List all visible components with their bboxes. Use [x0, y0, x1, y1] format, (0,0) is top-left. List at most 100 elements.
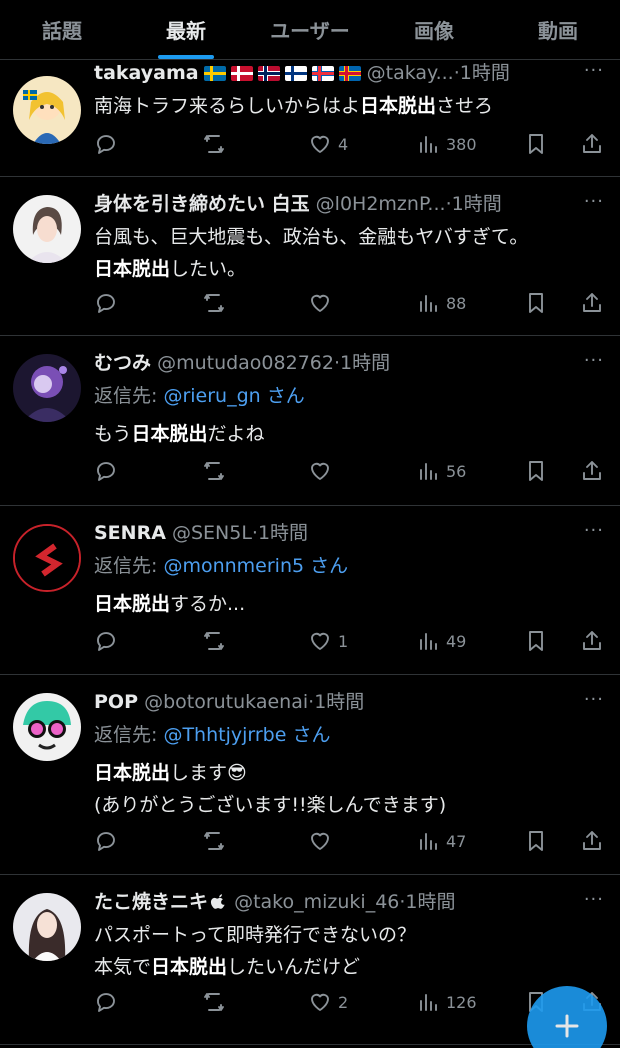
post-time[interactable]: 1時間: [314, 691, 364, 713]
retweet-button[interactable]: [202, 826, 226, 856]
bookmark-button[interactable]: [524, 129, 548, 159]
retweet-button[interactable]: [202, 626, 226, 656]
views-button[interactable]: 126: [416, 987, 477, 1017]
user-handle[interactable]: @tako_mizuki_46: [234, 891, 399, 913]
avatar[interactable]: [13, 76, 81, 144]
like-button[interactable]: 1: [308, 626, 348, 656]
display-name[interactable]: SENRA: [94, 522, 166, 544]
reply-icon: [97, 993, 115, 1012]
more-options-button[interactable]: ···: [584, 350, 604, 371]
reply-button[interactable]: [94, 129, 118, 159]
like-button[interactable]: [308, 288, 338, 318]
display-name[interactable]: POP: [94, 691, 138, 713]
user-handle[interactable]: @SEN5L: [172, 522, 252, 544]
like-button[interactable]: 2: [308, 987, 348, 1017]
share-button[interactable]: [580, 129, 604, 159]
view-count: 380: [446, 134, 477, 154]
timeline-tabs: 話題 最新 ユーザー 画像 動画: [0, 0, 620, 60]
mention-link[interactable]: @monnmerin5: [163, 555, 304, 577]
post-text: 日本脱出するか...: [94, 591, 606, 617]
like-button[interactable]: [308, 456, 338, 486]
reply-button[interactable]: [94, 826, 118, 856]
post-time[interactable]: 1時間: [340, 352, 390, 374]
share-button[interactable]: [580, 288, 604, 318]
views-button[interactable]: 56: [416, 456, 466, 486]
display-name[interactable]: むつみ: [94, 352, 151, 374]
tab-topics[interactable]: 話題: [0, 0, 124, 59]
share-icon: [583, 461, 601, 480]
mention-link[interactable]: @rieru_gn: [163, 385, 260, 407]
share-button[interactable]: [580, 626, 604, 656]
display-name[interactable]: たこ焼きニキ: [94, 891, 208, 913]
post-time[interactable]: 1時間: [460, 62, 510, 84]
tab-users[interactable]: ユーザー: [248, 0, 372, 59]
like-icon: [311, 294, 329, 312]
bookmark-button[interactable]: [524, 826, 548, 856]
text-segment: だよね: [207, 423, 265, 445]
more-options-button[interactable]: ···: [584, 191, 604, 212]
mention-link[interactable]: @Thhtjyjrrbe: [163, 724, 286, 746]
retweet-button[interactable]: [202, 129, 226, 159]
views-icon: [420, 833, 437, 850]
tab-videos[interactable]: 動画: [496, 0, 620, 59]
reply-button[interactable]: [94, 626, 118, 656]
post[interactable]: takayama @takay...·1時間 ··· 南海トラフ来るらしいからは…: [0, 60, 620, 177]
reply-icon: [97, 135, 115, 154]
tab-latest[interactable]: 最新: [124, 0, 248, 59]
more-options-button[interactable]: ···: [584, 889, 604, 910]
post-header: むつみ @mutudao082762·1時間: [94, 350, 606, 376]
views-button[interactable]: 380: [416, 129, 477, 159]
bookmark-icon: [529, 461, 543, 481]
text-segment: するか...: [170, 593, 246, 615]
reply-button[interactable]: [94, 288, 118, 318]
avatar[interactable]: [13, 524, 81, 592]
like-count: 4: [338, 134, 349, 154]
post-time[interactable]: 1時間: [258, 522, 308, 544]
post[interactable]: SENRA @SEN5L·1時間 ··· 返信先: @monnmerin5 さん…: [0, 506, 620, 675]
avatar[interactable]: [13, 195, 81, 263]
reply-button[interactable]: [94, 456, 118, 486]
retweet-icon: [204, 832, 224, 850]
bookmark-button[interactable]: [524, 456, 548, 486]
avatar[interactable]: [13, 354, 81, 422]
post[interactable]: POP @botorutukaenai·1時間 ··· 返信先: @Thhtjy…: [0, 675, 620, 875]
more-options-button[interactable]: ···: [584, 60, 604, 81]
view-count: 126: [446, 992, 477, 1012]
like-icon: [311, 135, 329, 153]
views-icon: [420, 994, 437, 1011]
more-options-button[interactable]: ···: [584, 520, 604, 541]
views-button[interactable]: 49: [416, 626, 466, 656]
user-handle[interactable]: @mutudao082762: [157, 352, 334, 374]
like-button[interactable]: 4: [308, 129, 348, 159]
share-button[interactable]: [580, 456, 604, 486]
post-header: SENRA @SEN5L·1時間: [94, 520, 606, 546]
share-icon: [583, 831, 601, 850]
views-button[interactable]: 88: [416, 288, 466, 318]
user-handle[interactable]: @takay...: [367, 62, 454, 84]
display-name[interactable]: 身体を引き締めたい 白玉: [94, 193, 310, 215]
highlighted-keyword: 日本脱出: [131, 423, 208, 445]
display-name[interactable]: takayama: [94, 62, 199, 84]
post[interactable]: 身体を引き締めたい 白玉 @l0H2mznP...·1時間 ··· 台風も、巨大…: [0, 177, 620, 336]
share-button[interactable]: [580, 826, 604, 856]
user-handle[interactable]: @botorutukaenai: [144, 691, 308, 713]
avatar[interactable]: [13, 693, 81, 761]
more-options-button[interactable]: ···: [584, 689, 604, 710]
tab-images[interactable]: 画像: [372, 0, 496, 59]
like-button[interactable]: [308, 826, 338, 856]
user-handle[interactable]: @l0H2mznP...: [316, 193, 446, 215]
retweet-button[interactable]: [202, 288, 226, 318]
views-button[interactable]: 47: [416, 826, 466, 856]
bookmark-button[interactable]: [524, 288, 548, 318]
like-icon: [311, 462, 329, 480]
post-time[interactable]: 1時間: [452, 193, 502, 215]
avatar[interactable]: [13, 893, 81, 961]
post[interactable]: むつみ @mutudao082762·1時間 ··· 返信先: @rieru_g…: [0, 336, 620, 506]
retweet-button[interactable]: [202, 456, 226, 486]
reply-button[interactable]: [94, 987, 118, 1017]
reply-icon: [97, 294, 115, 313]
post-text: 日本脱出したい。: [94, 256, 606, 282]
retweet-button[interactable]: [202, 987, 226, 1017]
post-time[interactable]: 1時間: [405, 891, 455, 913]
bookmark-button[interactable]: [524, 626, 548, 656]
